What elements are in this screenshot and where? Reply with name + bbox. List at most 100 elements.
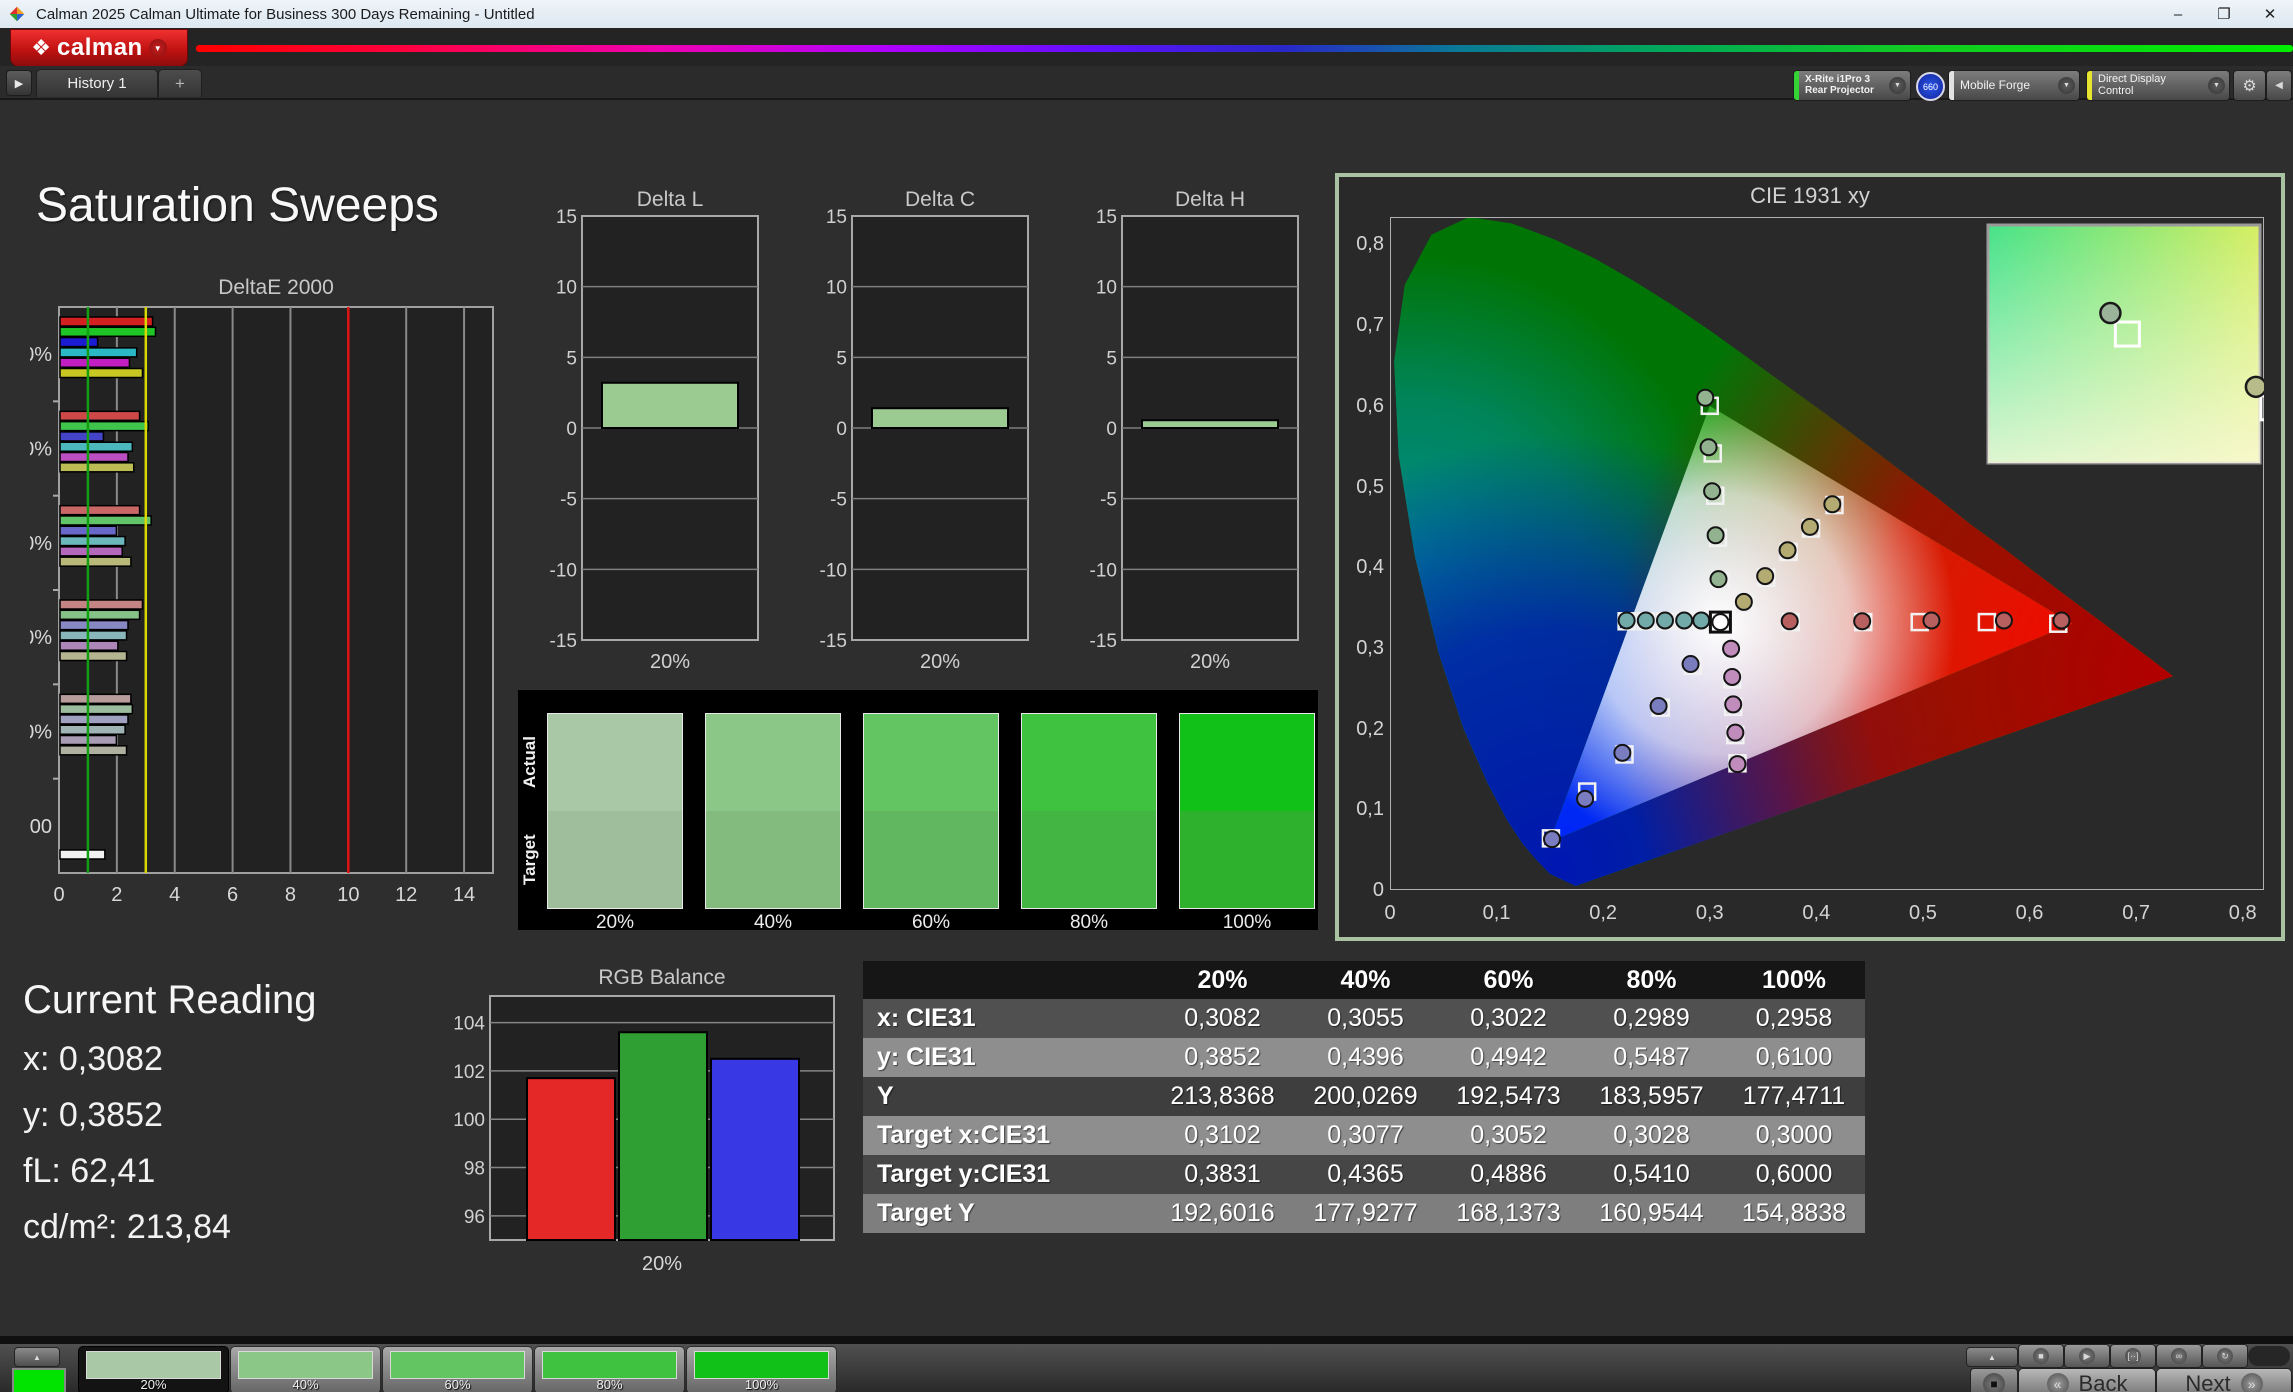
measured-point [1636,611,1655,630]
layout-expander-button[interactable]: ▶ [6,70,32,96]
tab-history-1[interactable]: History 1 [36,69,158,97]
column-header: 100% [1723,961,1865,999]
measured-point [1853,612,1872,631]
rgb-bar-red [526,1077,616,1241]
deltae-bar [59,357,131,368]
stop-button[interactable]: ■ [2018,1344,2064,1368]
chevrons-right-icon: » [2240,1373,2263,1392]
row-label: Target y:CIE31 [863,1155,1151,1194]
svg-text:20%: 20% [650,651,690,673]
patch-list-expand-button[interactable]: ▲ [14,1347,60,1367]
table-cell: 177,4711 [1723,1077,1865,1116]
target-swatch [1022,811,1156,908]
svg-text:15: 15 [1096,207,1117,228]
measured-point [1675,611,1694,630]
cie-y-tick: 0,6 [1356,394,1384,417]
refresh-button[interactable]: ↻ [2202,1344,2248,1368]
measured-point [1756,567,1775,586]
display-control-dropdown[interactable]: Direct Display Control ▼ [2086,70,2230,101]
continuous-button[interactable]: ∞ [2156,1344,2202,1368]
svg-text:0: 0 [1106,419,1117,440]
workflow-dropdown[interactable]: Mobile Forge ▼ [1948,70,2080,101]
collapse-panel-button[interactable]: ◀ [2266,70,2292,101]
svg-text:4: 4 [169,884,180,906]
table-row: x: CIE31 0,3082 0,3055 0,3022 0,2989 0,2958 [863,999,1865,1038]
delta-h-chart: Delta H 15 10 5 0 -5 -10 -15 20% [1088,186,1308,678]
patch-button-20%[interactable]: 20% [78,1346,229,1392]
delta-bar [871,407,1009,429]
patch-button-80%[interactable]: 80% [534,1346,685,1392]
table-cell: 0,4886 [1437,1155,1580,1194]
measured-point [1709,570,1728,589]
patch-button-60%[interactable]: 60% [382,1346,533,1392]
measured-point [1649,697,1668,716]
calman-logo-menu[interactable]: ❖ calman ▼ [10,29,188,67]
read-series-icon: [··] [2125,1348,2141,1364]
patch-button-100%[interactable]: 100% [686,1346,837,1392]
svg-text:0: 0 [53,884,64,906]
actual-swatch [864,714,998,811]
target-swatch [864,811,998,908]
deltae-bar [59,609,141,621]
row-label: Y [863,1077,1151,1116]
svg-text:0: 0 [566,419,577,440]
next-button[interactable]: Next » [2156,1368,2292,1392]
measured-point [1922,611,1941,630]
deltae-bar [59,703,134,715]
patch-button-40%[interactable]: 40% [230,1346,381,1392]
target-swatch [706,811,840,908]
maximize-button[interactable]: ❐ [2201,5,2247,23]
table-cell: 200,0269 [1294,1077,1437,1116]
svg-text:102: 102 [453,1062,485,1083]
delta-bar [1141,419,1279,430]
row-label: Target Y [863,1194,1151,1233]
actual-target-swatches: Actual Target 20% 40% 60% 80% 100% [518,690,1318,933]
actual-swatch [548,714,682,811]
status-lamp [2248,1346,2290,1366]
add-tab-button[interactable]: + [158,69,202,97]
actual-swatch [1022,714,1156,811]
svg-text:60%: 60% [30,533,52,555]
chevron-down-icon: ▼ [1889,77,1906,94]
table-cell: 0,3022 [1437,999,1580,1038]
calman-diamond-icon: ❖ [31,35,51,60]
chevron-left-icon: ◀ [2275,80,2283,91]
gear-icon: ⚙ [2242,77,2257,95]
transport-expand-button[interactable]: ▲ [1966,1347,2018,1367]
rgb-bar-green [618,1031,708,1241]
patch-preview-swatch [12,1368,66,1392]
patch-label: 60% [444,1377,471,1392]
table-cell: 213,8368 [1151,1077,1294,1116]
close-button[interactable]: ✕ [2247,5,2293,23]
deltae-bar [59,451,129,463]
swatch-column [1021,713,1157,909]
cie-x-tick: 0 [1384,902,1396,924]
svg-text:2: 2 [111,884,122,906]
play-button[interactable]: ▶ [2064,1344,2110,1368]
meter-dropdown[interactable]: X-Rite i1Pro 3 Rear Projector ▼ [1793,70,1911,101]
cie-inset [1986,223,2264,465]
measured-point [1823,495,1842,514]
app-icon [8,5,26,23]
table-cell: 192,6016 [1151,1194,1294,1233]
measured-point [1778,541,1797,560]
read-series-button[interactable]: [··] [2110,1344,2156,1368]
minimize-button[interactable]: – [2155,6,2201,23]
table-cell: 0,3000 [1723,1116,1865,1155]
settings-gear-button[interactable]: ⚙ [2233,70,2266,101]
back-button[interactable]: « Back [2018,1368,2156,1392]
swatch-column-label: 20% [595,912,635,933]
record-patch-button[interactable]: ■ [1970,1368,2018,1392]
meter-badge[interactable]: 660 [1916,72,1945,101]
table-cell: 0,3052 [1437,1116,1580,1155]
table-cell: 0,6000 [1723,1155,1865,1194]
deltae-bar [59,515,152,526]
measured-point [1724,695,1743,714]
chevron-down-icon: ▼ [148,39,167,57]
cie-y-tick: 0,8 [1356,233,1384,256]
column-header: 80% [1580,961,1723,999]
svg-text:104: 104 [453,1014,485,1035]
table-cell: 0,4365 [1294,1155,1437,1194]
deltae-2000-svg: DeltaE 2000 0 2 4 6 8 10 12 14 100% 80% 60% 40% 20% 10… [30,276,494,906]
deltae-bar [59,420,149,432]
